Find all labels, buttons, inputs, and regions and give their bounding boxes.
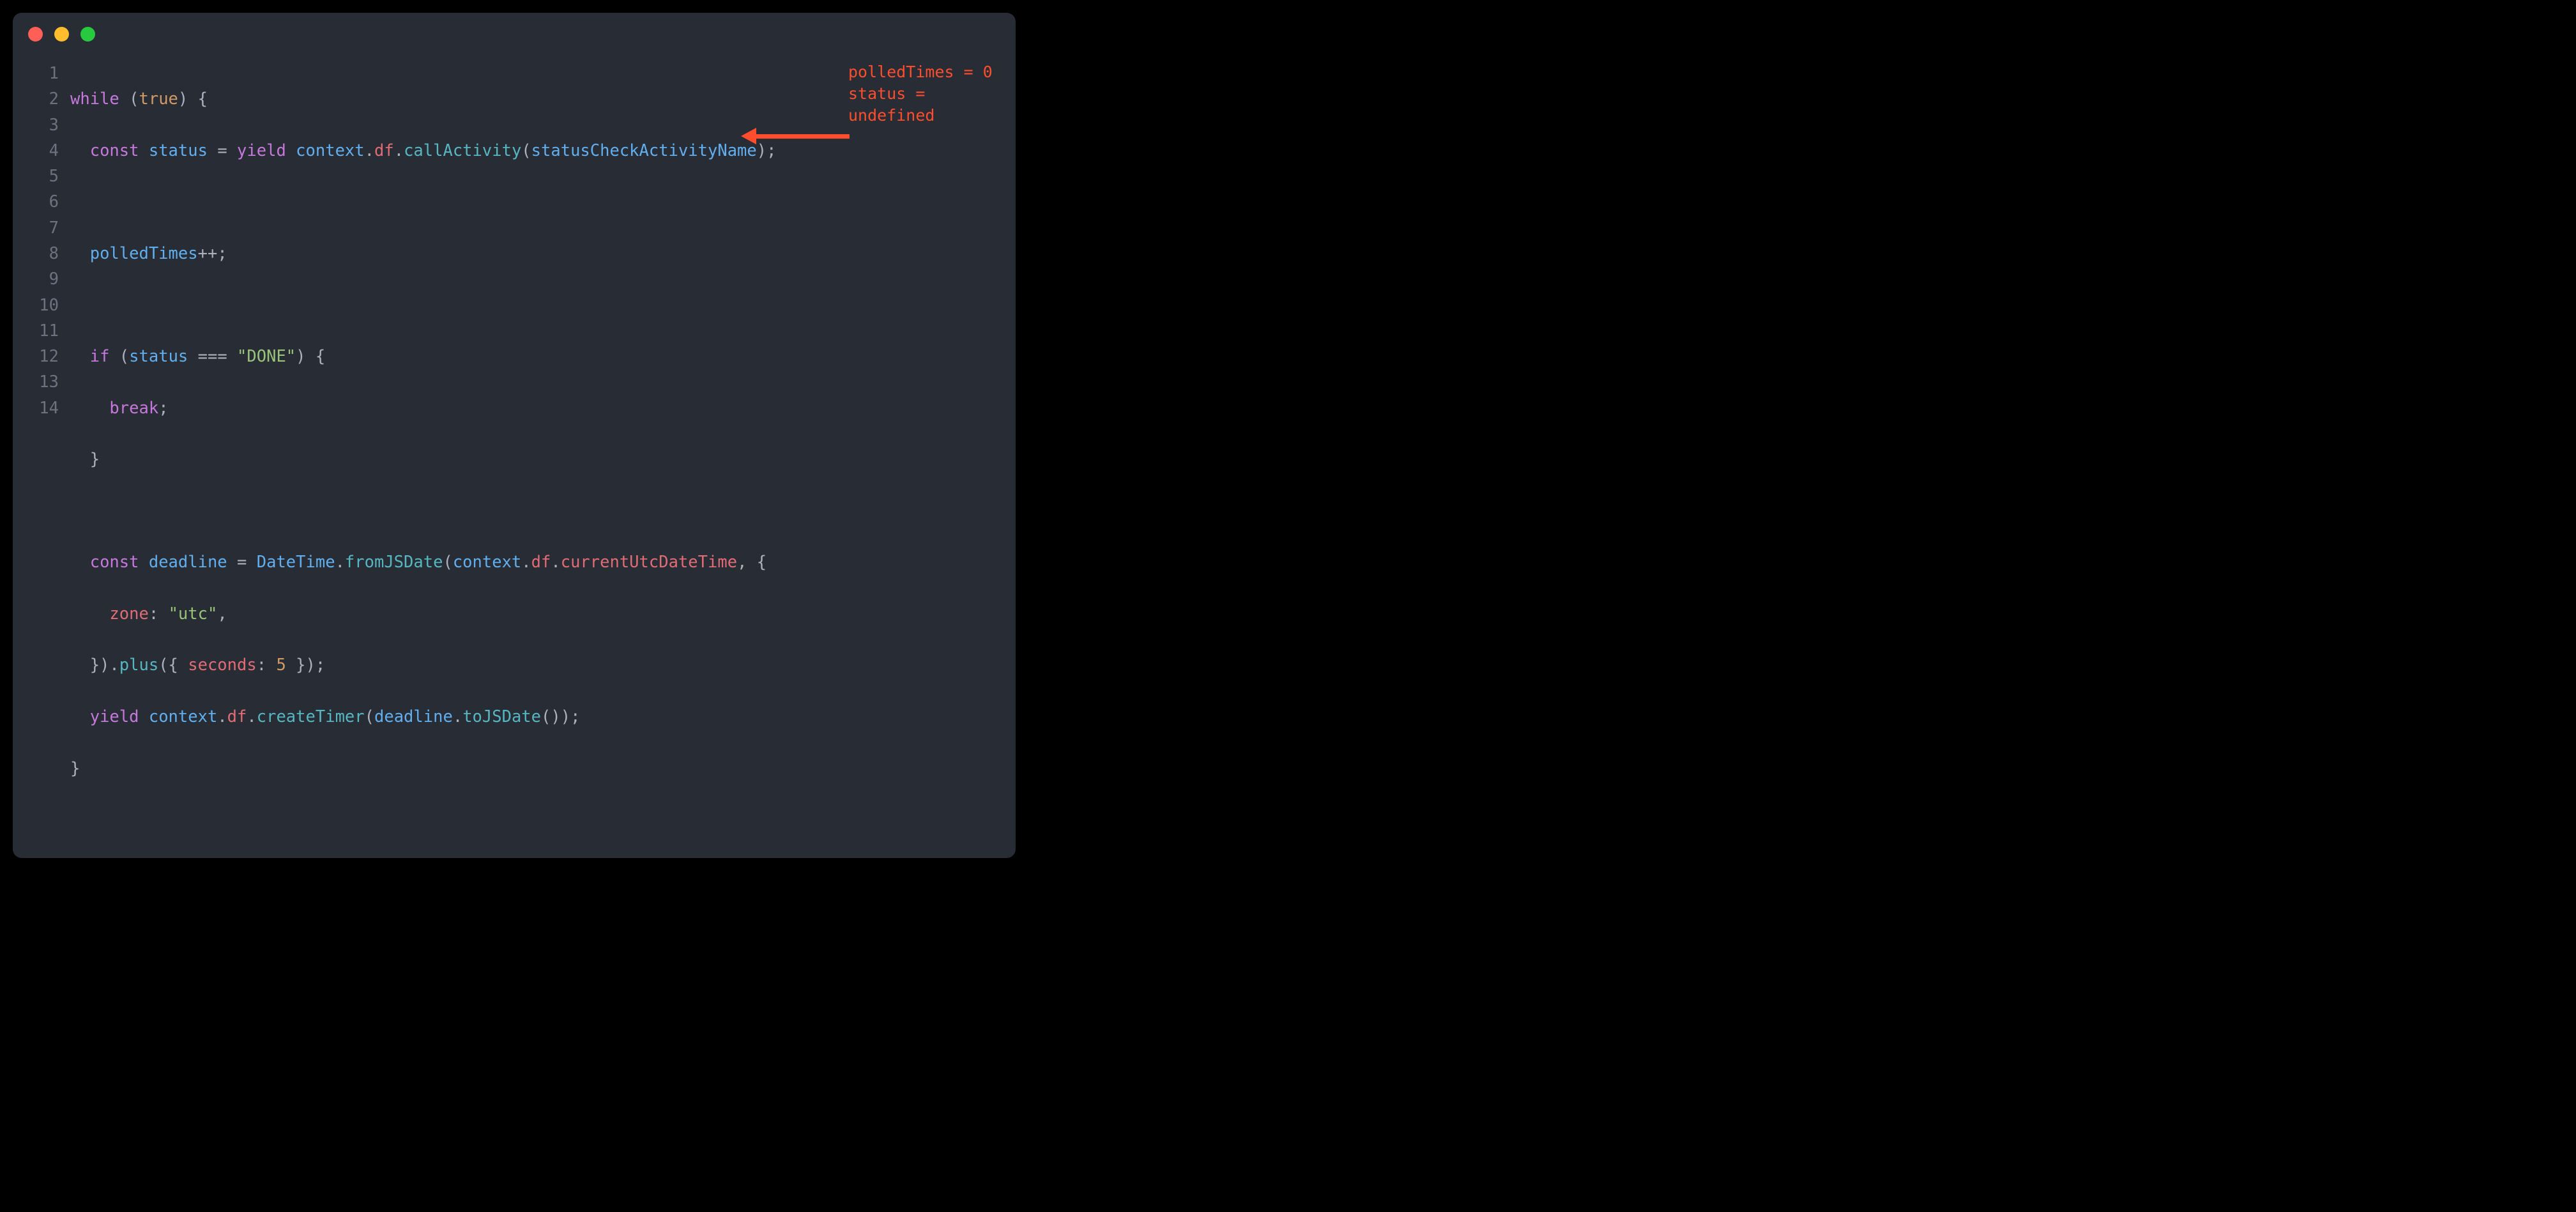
string-done: "DONE": [237, 347, 296, 366]
code-line: polledTimes++;: [70, 241, 776, 266]
line-number: 10: [32, 293, 59, 318]
code-line: if (status === "DONE") {: [70, 344, 776, 369]
line-number-gutter: 1 2 3 4 5 6 7 8 9 10 11 12 13 14: [13, 61, 70, 832]
code-editor: 1 2 3 4 5 6 7 8 9 10 11 12 13 14 while (…: [13, 48, 1016, 832]
line-number: 6: [32, 189, 59, 215]
fn-plus: plus: [119, 656, 158, 675]
annotation-line-2: status = undefined: [773, 83, 1016, 127]
prop-df: df: [374, 141, 394, 160]
identifier-context: context: [296, 141, 364, 160]
prop-df: df: [531, 553, 551, 572]
line-number: 2: [32, 86, 59, 112]
line-number: 1: [32, 61, 59, 86]
prop-seconds: seconds: [188, 656, 256, 675]
window-zoom-button[interactable]: [80, 27, 95, 42]
keyword-break: break: [109, 399, 158, 418]
code-line: break;: [70, 395, 776, 421]
code-line: const deadline = DateTime.fromJSDate(con…: [70, 549, 776, 575]
fn-createTimer: createTimer: [257, 707, 365, 726]
line-number: 8: [32, 241, 59, 266]
line-number: 14: [32, 395, 59, 421]
keyword-while: while: [70, 89, 119, 109]
identifier-deadline: deadline: [149, 553, 227, 572]
code-window: 1 2 3 4 5 6 7 8 9 10 11 12 13 14 while (…: [13, 13, 1016, 858]
identifier-context: context: [149, 707, 217, 726]
prop-zone: zone: [109, 604, 148, 624]
code-line: [70, 293, 776, 318]
code-line: [70, 498, 776, 524]
window-close-button[interactable]: [28, 27, 43, 42]
identifier-statusCheckActivityName: statusCheckActivityName: [531, 141, 757, 160]
window-minimize-button[interactable]: [54, 27, 69, 42]
fn-callActivity: callActivity: [404, 141, 521, 160]
identifier-status: status: [149, 141, 208, 160]
code-content[interactable]: while (true) { const status = yield cont…: [70, 61, 776, 832]
code-line: }: [70, 756, 776, 781]
number-5: 5: [276, 656, 286, 675]
arrow-head: [741, 128, 756, 144]
code-line: }: [70, 447, 776, 472]
line-number: 7: [32, 215, 59, 241]
arrow-icon: [741, 130, 850, 142]
prop-df: df: [227, 707, 247, 726]
string-utc: "utc": [169, 604, 218, 624]
line-number: 11: [32, 318, 59, 344]
line-number: 4: [32, 138, 59, 164]
arrow-shaft: [754, 134, 850, 139]
line-number: 13: [32, 369, 59, 395]
fn-toJSDate: toJSDate: [462, 707, 541, 726]
keyword-const: const: [90, 553, 139, 572]
literal-true: true: [139, 89, 178, 109]
identifier-status: status: [129, 347, 188, 366]
keyword-if: if: [90, 347, 110, 366]
keyword-yield: yield: [237, 141, 286, 160]
line-number: 9: [32, 266, 59, 292]
identifier-deadline: deadline: [374, 707, 453, 726]
keyword-const: const: [90, 141, 139, 160]
identifier-context: context: [453, 553, 521, 572]
line-number: 5: [32, 164, 59, 189]
code-line: [70, 189, 776, 215]
prop-currentUtcDateTime: currentUtcDateTime: [561, 553, 737, 572]
annotation-line-1: polledTimes = 0: [773, 61, 993, 83]
line-number: 3: [32, 112, 59, 138]
fn-fromJSDate: fromJSDate: [345, 553, 443, 572]
identifier-DateTime: DateTime: [257, 553, 335, 572]
keyword-yield: yield: [90, 707, 139, 726]
code-line: }).plus({ seconds: 5 });: [70, 652, 776, 678]
line-number: 12: [32, 344, 59, 369]
debug-annotation: polledTimes = 0 status = undefined: [773, 61, 1016, 142]
window-titlebar: [13, 13, 1016, 48]
code-line: while (true) {: [70, 86, 776, 112]
code-line: const status = yield context.df.callActi…: [70, 138, 776, 164]
identifier-polledTimes: polledTimes: [90, 244, 198, 263]
code-line: zone: "utc",: [70, 601, 776, 627]
code-line: yield context.df.createTimer(deadline.to…: [70, 704, 776, 730]
